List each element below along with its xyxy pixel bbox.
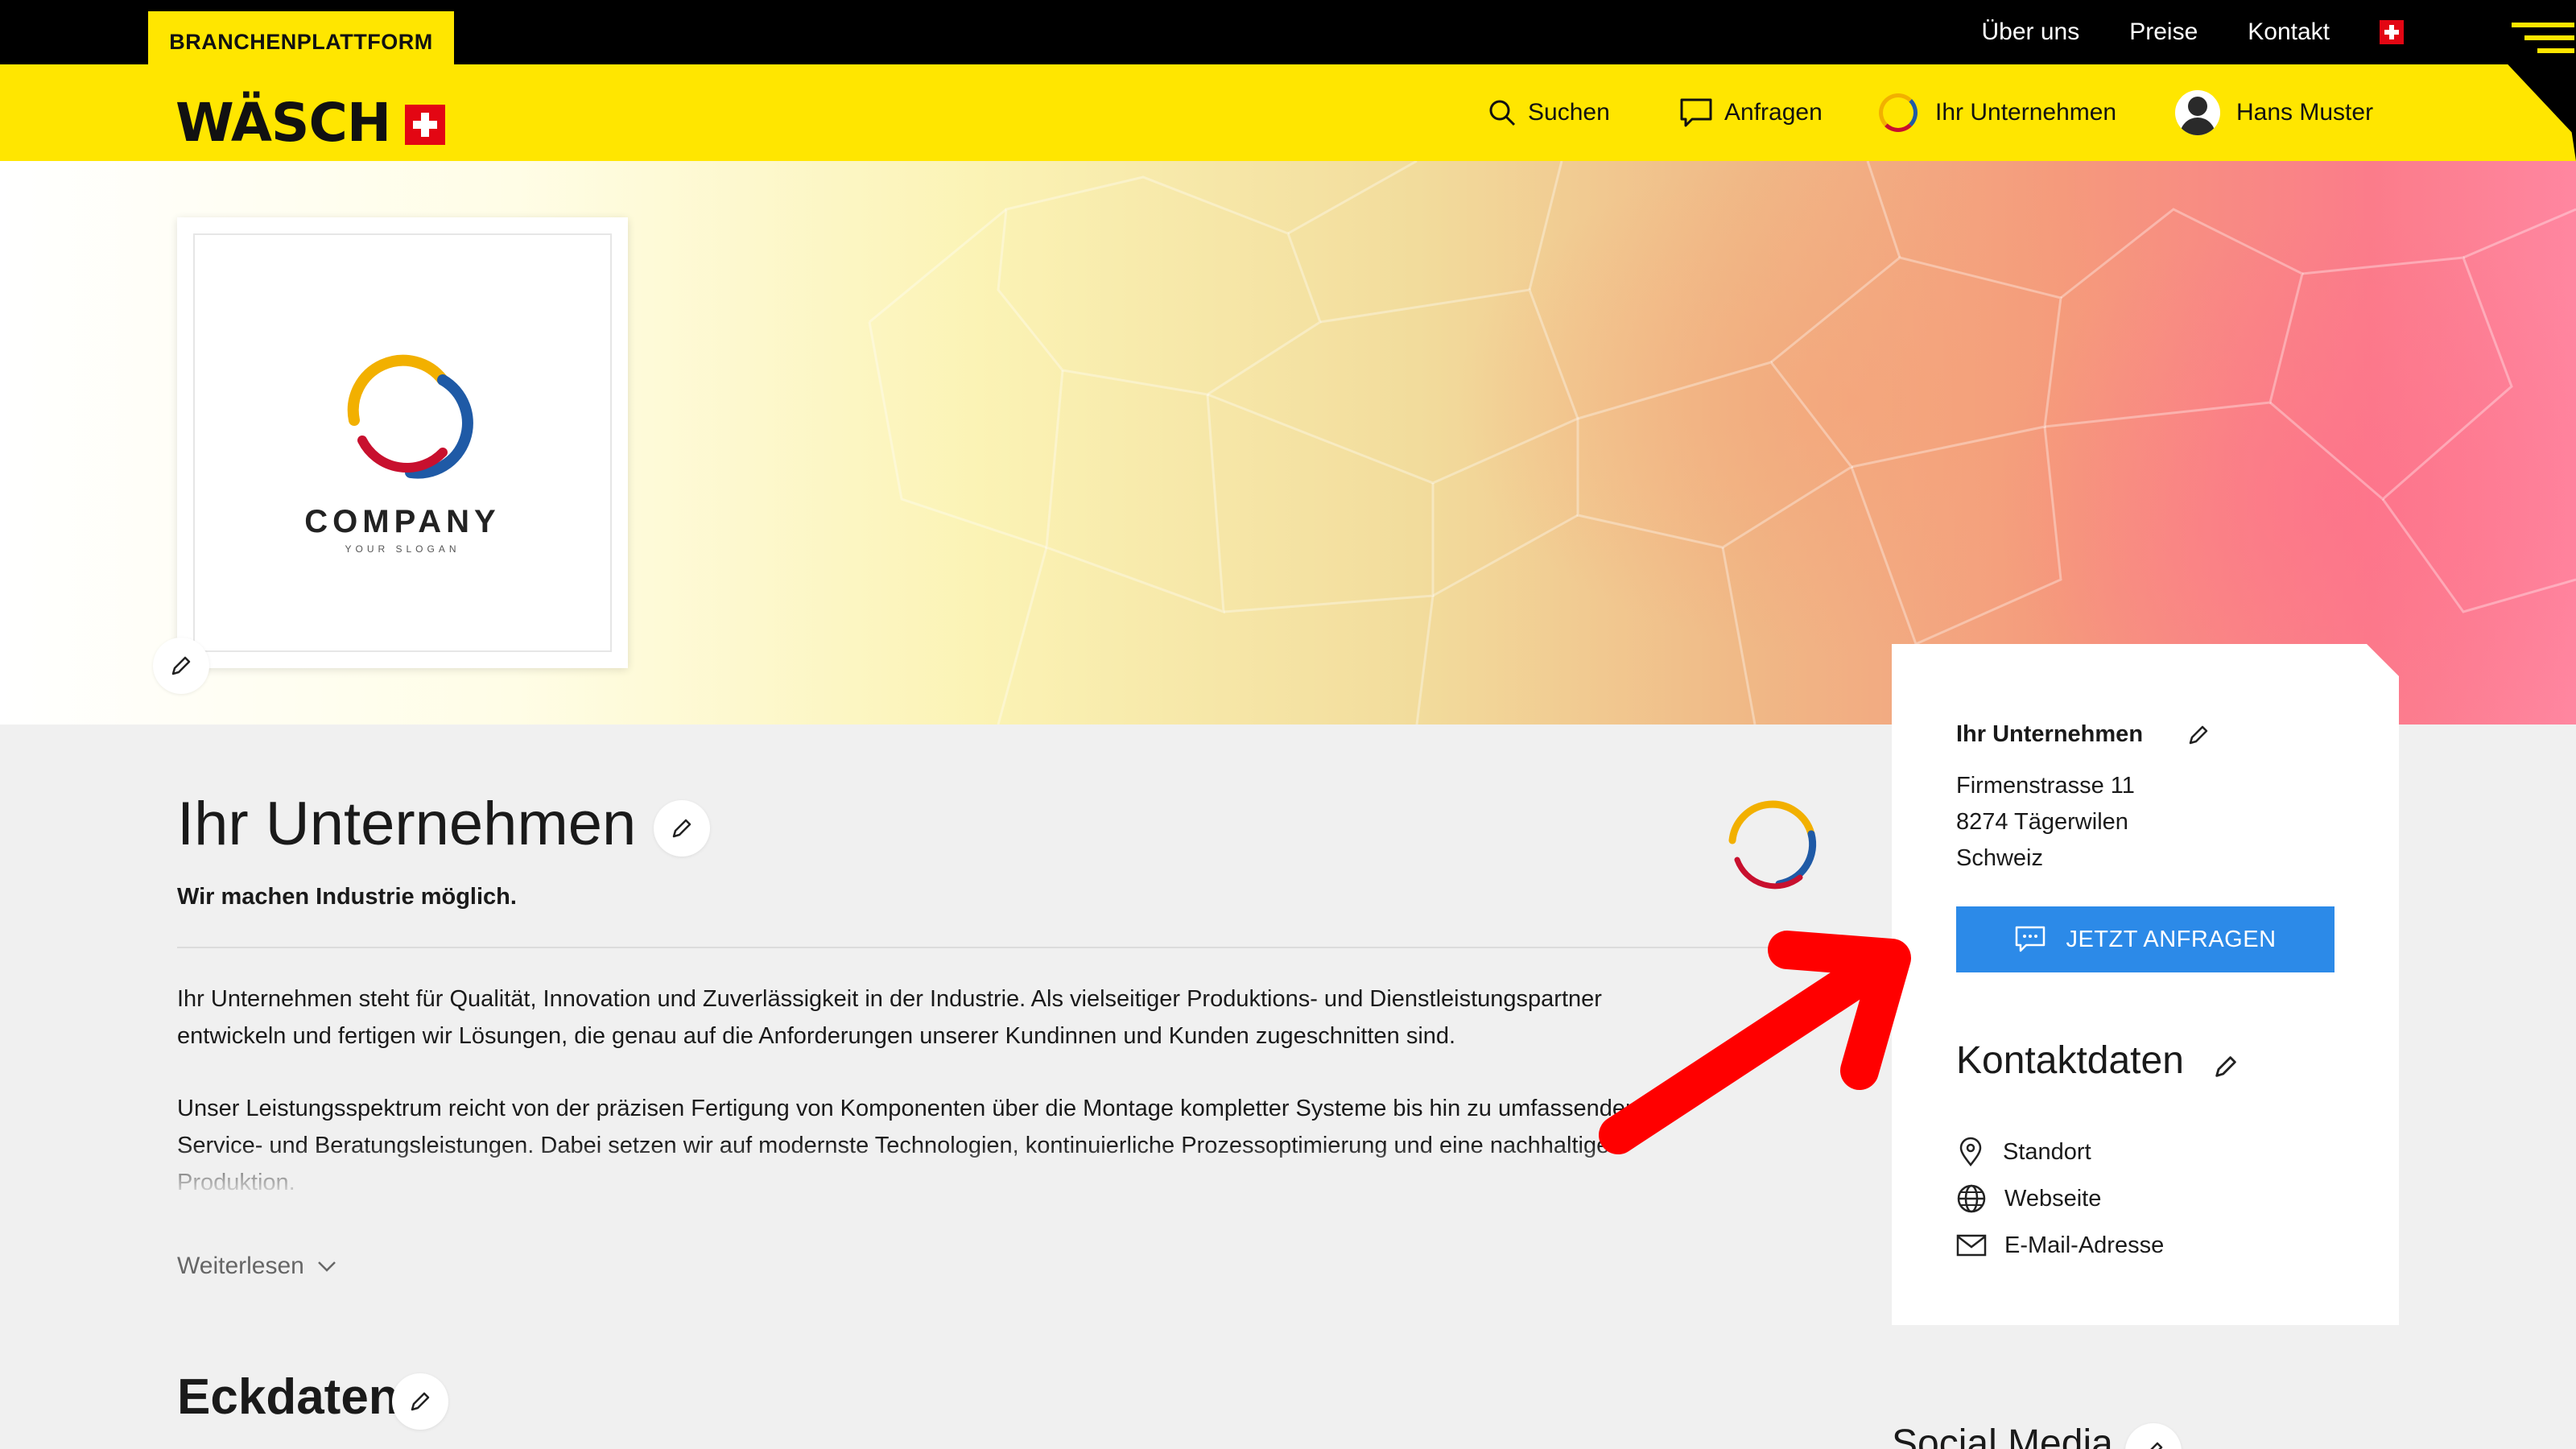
nav-search[interactable]: Suchen	[1488, 64, 1610, 161]
edit-social-media-button[interactable]	[2125, 1423, 2182, 1449]
contact-item-email[interactable]: E-Mail-Adresse	[1956, 1222, 2164, 1269]
site-logo[interactable]: WÄSCH	[175, 92, 446, 154]
text-fade-overlay	[0, 1143, 1771, 1191]
top-links: Über uns Preise Kontakt	[1981, 0, 2404, 64]
contact-location-label: Standort	[2003, 1138, 2091, 1165]
contact-data-title: Kontaktdaten	[1956, 1039, 2184, 1082]
read-more-button[interactable]: Weiterlesen	[177, 1253, 338, 1280]
swiss-flag-icon	[2380, 20, 2404, 44]
logo-slogan-text: YOUR SLOGAN	[345, 543, 460, 555]
link-about[interactable]: Über uns	[1981, 19, 2079, 46]
company-ring-logo-icon	[1728, 800, 1817, 890]
section-title-key-data: Eckdaten	[177, 1369, 399, 1425]
swiss-flag-icon	[405, 104, 446, 145]
nav-user[interactable]: Hans Muster	[2175, 64, 2373, 161]
page-title: Ihr Unternehmen	[177, 790, 637, 858]
company-logo-card: COMPANY YOUR SLOGAN	[177, 217, 628, 668]
contact-website-label: Webseite	[2004, 1185, 2102, 1212]
search-icon	[1489, 100, 1516, 126]
edit-title-button[interactable]	[654, 800, 710, 857]
company-logo-image: COMPANY YOUR SLOGAN	[193, 233, 612, 652]
nav-requests-label: Anfragen	[1724, 99, 1823, 126]
company-logo-icon	[1879, 93, 1918, 132]
sidebar-company-name: Ihr Unternehmen	[1956, 721, 2144, 747]
description-paragraph-1: Ihr Unternehmen steht für Qualität, Inno…	[177, 986, 1602, 1049]
request-now-label: JETZT ANFRAGEN	[2066, 926, 2277, 952]
platform-tab[interactable]: BRANCHENPLATTFORM	[148, 11, 454, 72]
address-country: Schweiz	[1956, 845, 2043, 871]
nav-requests[interactable]: Anfragen	[1679, 64, 1823, 161]
read-more-label: Weiterlesen	[177, 1253, 304, 1279]
edit-key-data-button[interactable]	[392, 1373, 448, 1430]
address-street: Firmenstrasse 11	[1956, 773, 2135, 799]
contact-email-label: E-Mail-Adresse	[2004, 1232, 2165, 1258]
nav-company-label: Ihr Unternehmen	[1935, 99, 2117, 126]
pencil-icon	[2150, 1442, 2163, 1449]
link-contact[interactable]: Kontakt	[2248, 19, 2330, 46]
contact-list: Standort Webseite E-Mail-Adresse	[1956, 1129, 2164, 1269]
pencil-icon	[411, 1392, 430, 1411]
social-media-title: Social Media	[1892, 1422, 2113, 1449]
menu-button[interactable]	[2431, 0, 2576, 161]
company-tagline: Wir machen Industrie möglich.	[177, 884, 517, 910]
red-arrow-annotation-icon	[1599, 931, 1911, 1154]
contact-item-website[interactable]: Webseite	[1956, 1175, 2164, 1222]
globe-icon	[1957, 1184, 1986, 1213]
location-pin-icon	[1959, 1137, 1982, 1167]
ring-logo-icon	[347, 354, 473, 479]
logo-text: WÄSCH	[175, 92, 391, 154]
edit-contact-data-button[interactable]	[2212, 1053, 2240, 1080]
nav-company[interactable]: Ihr Unternehmen	[1879, 64, 2116, 161]
envelope-icon	[1956, 1234, 1987, 1257]
edit-logo-button[interactable]	[153, 638, 209, 694]
pencil-icon	[171, 656, 191, 675]
request-now-button[interactable]: JETZT ANFRAGEN	[1956, 906, 2334, 972]
company-address: Firmenstrasse 11 8274 Tägerwilen Schweiz	[1956, 768, 2135, 877]
contact-item-location[interactable]: Standort	[1956, 1129, 2164, 1175]
avatar	[2175, 90, 2220, 135]
nav-user-label: Hans Muster	[2236, 99, 2374, 126]
logo-company-text: COMPANY	[304, 503, 501, 539]
chat-dots-icon	[2016, 926, 2046, 952]
link-prices[interactable]: Preise	[2129, 19, 2198, 46]
address-city: 8274 Tägerwilen	[1956, 809, 2128, 835]
chevron-down-icon	[317, 1261, 336, 1272]
pencil-icon	[672, 819, 691, 838]
chat-icon	[1680, 98, 1712, 127]
divider	[177, 947, 1795, 948]
edit-company-name-button[interactable]	[2186, 723, 2211, 747]
nav-search-label: Suchen	[1528, 99, 1610, 126]
